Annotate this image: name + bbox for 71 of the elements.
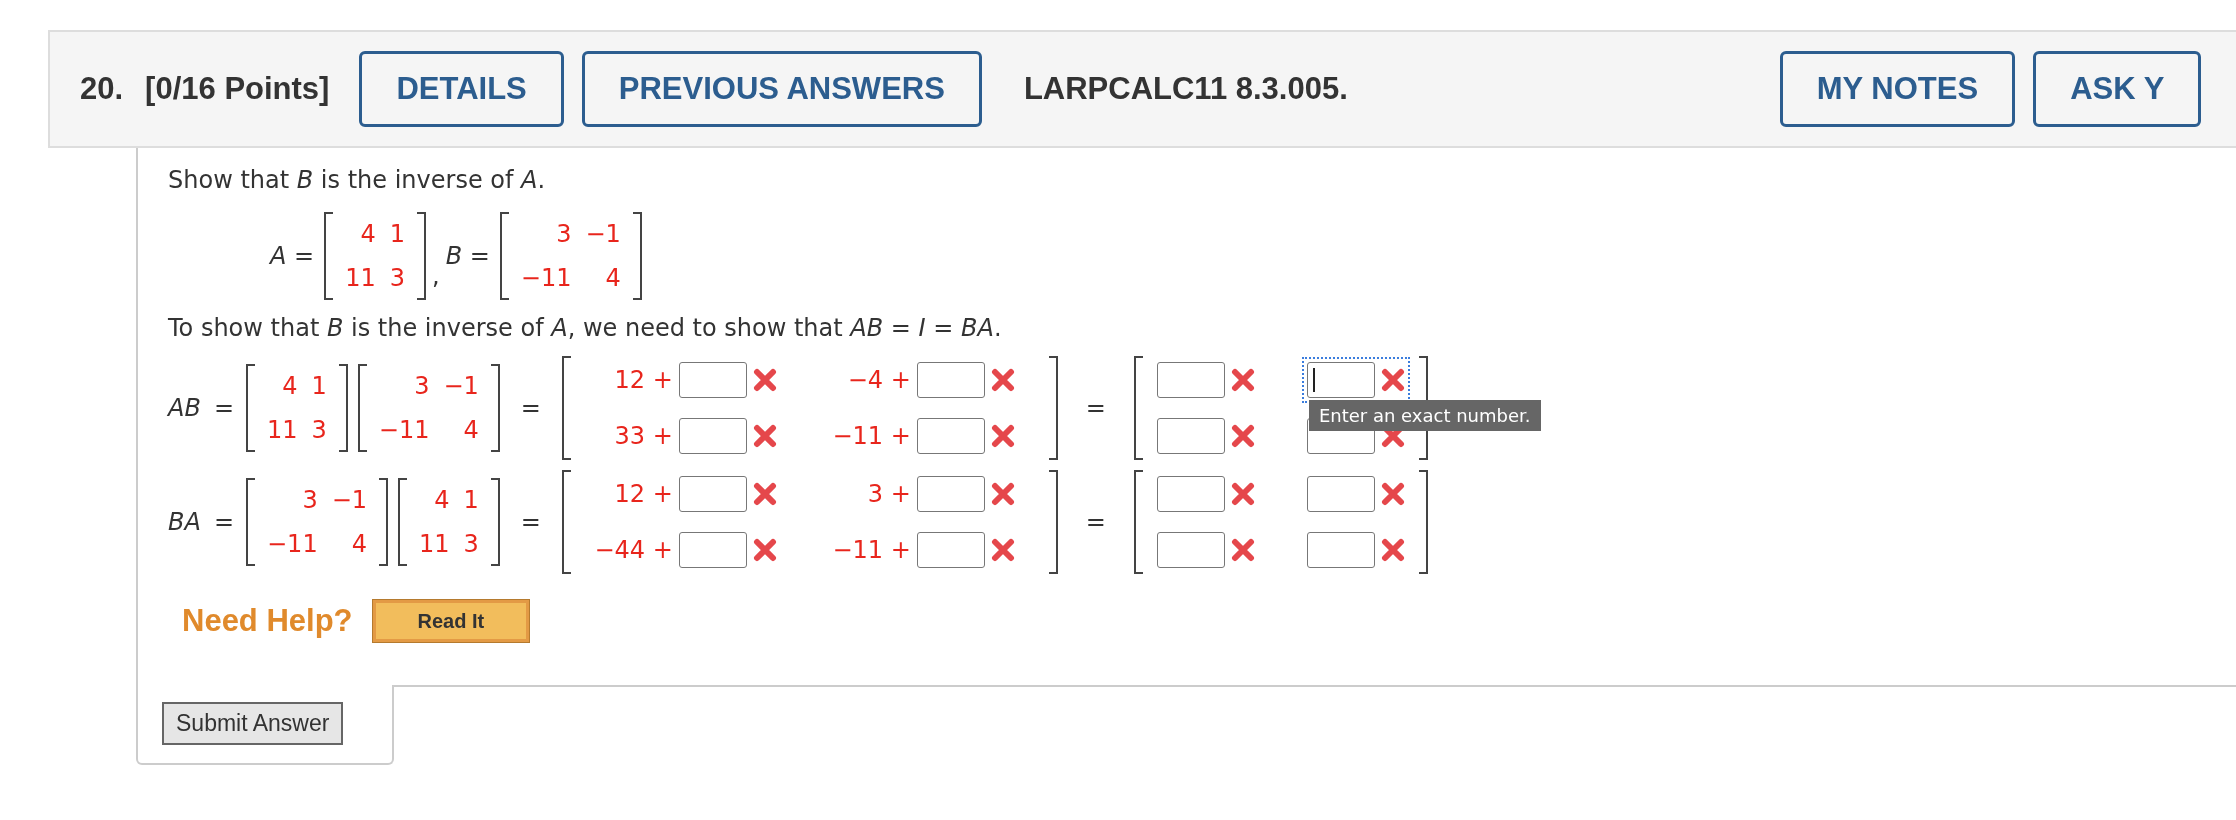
- answer-field[interactable]: [1156, 476, 1225, 512]
- instruction-text: To show that B is the inverse of A, we need to show that AB = I = BA.: [168, 313, 1003, 344]
- matrix-entry: 4: [433, 485, 450, 516]
- entry-term: 3 +: [866, 479, 911, 510]
- entry-term: 12 +: [613, 365, 673, 396]
- matrix-entry: 3: [311, 415, 327, 446]
- answer-field[interactable]: [1306, 532, 1375, 568]
- matrix-entry: 11: [345, 263, 376, 294]
- need-help-label: Need Help?: [182, 602, 353, 640]
- matrix-entry: 4: [281, 371, 298, 402]
- matrix-entry: −1: [443, 371, 479, 402]
- answer-field[interactable]: [678, 476, 747, 512]
- answer-field[interactable]: [1306, 362, 1375, 398]
- prompt-text: Show that B is the inverse of A.: [168, 165, 547, 196]
- answer-field[interactable]: [1156, 362, 1225, 398]
- matrix-entry: −11: [267, 529, 318, 560]
- equals-sign: =: [214, 507, 236, 538]
- matrix-entry: 4: [350, 529, 368, 560]
- equals-sign: =: [1084, 507, 1107, 538]
- submit-button[interactable]: Submit Answer: [162, 702, 344, 745]
- matrix-entry: 1: [463, 485, 479, 516]
- equals-sign: =: [1084, 393, 1107, 424]
- matrix-entry: 4: [462, 415, 479, 446]
- header-button[interactable]: DETAILS: [359, 51, 564, 127]
- matrix-entry: −11: [378, 415, 430, 446]
- matrix-entry: 3: [463, 529, 479, 560]
- matrix-entry: −1: [585, 219, 621, 250]
- points-label: [0/16 Points]: [145, 69, 330, 108]
- entry-term: 12 +: [613, 479, 673, 510]
- entry-term: −11 +: [831, 421, 911, 452]
- answer-field[interactable]: [678, 418, 747, 454]
- header-button[interactable]: MY NOTES: [1779, 51, 2016, 127]
- matrix-entry: −1: [331, 485, 368, 516]
- answer-field[interactable]: [1306, 476, 1375, 512]
- equals-sign: =: [214, 393, 236, 424]
- matrix-label: A =: [270, 241, 315, 272]
- entry-term: −11 +: [831, 535, 911, 566]
- matrix-entry: 3: [413, 371, 430, 402]
- header-button[interactable]: PREVIOUS ANSWERS: [581, 51, 982, 127]
- answer-field[interactable]: [916, 476, 985, 512]
- matrix-entry: 4: [359, 219, 376, 250]
- problem-reference: LARPCALC11 8.3.005.: [1023, 69, 1348, 108]
- matrix-label: BA: [168, 507, 202, 538]
- answer-field[interactable]: [678, 362, 747, 398]
- entry-term: −44 +: [593, 535, 673, 566]
- answer-field[interactable]: [1156, 418, 1225, 454]
- entry-term: −4 +: [846, 365, 911, 396]
- matrix-entry: 11: [419, 529, 450, 560]
- matrix-entry: 3: [555, 219, 572, 250]
- matrix-entry: 11: [267, 415, 298, 446]
- matrix-label: AB: [168, 393, 202, 424]
- question-number: 20.: [80, 69, 124, 108]
- answer-field[interactable]: [916, 532, 985, 568]
- answer-field[interactable]: [1156, 532, 1225, 568]
- matrix-entry: 4: [604, 263, 621, 294]
- header-button[interactable]: ASK Y: [2033, 51, 2202, 127]
- matrix-entry: 3: [389, 263, 405, 294]
- answer-field[interactable]: [678, 532, 747, 568]
- answer-field[interactable]: [916, 418, 985, 454]
- matrix-entry: 3: [301, 485, 318, 516]
- tooltip: Enter an exact number.: [1308, 400, 1541, 431]
- answer-field[interactable]: [916, 362, 985, 398]
- matrix-entry: −11: [520, 263, 572, 294]
- read-it-button[interactable]: Read It: [372, 600, 530, 643]
- entry-term: 33 +: [613, 421, 673, 452]
- equals-sign: =: [519, 507, 542, 538]
- matrix-label: B =: [445, 241, 490, 272]
- comma: ,: [432, 261, 440, 292]
- matrix-entry: 1: [311, 371, 327, 402]
- equals-sign: =: [519, 393, 542, 424]
- matrix-entry: 1: [389, 219, 405, 250]
